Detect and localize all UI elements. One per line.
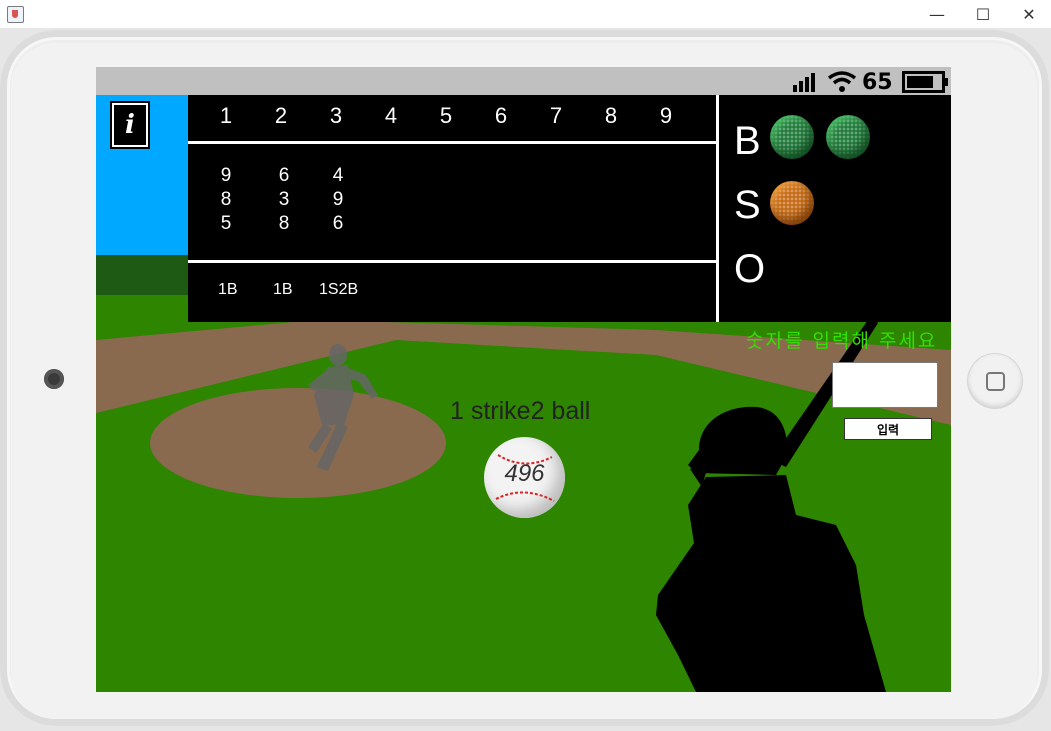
inning-result: 1B [218, 281, 238, 298]
signal-icon [793, 73, 815, 92]
info-icon[interactable]: i [112, 103, 148, 147]
status-bar: 65 [96, 67, 951, 95]
window-titlebar: — ☐ ✕ [0, 0, 1051, 28]
guess-digit: 4 [332, 165, 344, 186]
number-input[interactable] [832, 362, 938, 408]
java-app-icon [7, 6, 24, 23]
guess-digit: 9 [332, 189, 344, 210]
guess-digit: 6 [278, 165, 290, 186]
inning-7: 7 [549, 103, 563, 128]
divider [188, 260, 716, 263]
battery-icon [902, 71, 948, 93]
divider [188, 141, 716, 144]
close-button[interactable]: ✕ [1006, 0, 1051, 28]
inning-5: 5 [439, 103, 453, 128]
inning-3: 3 [329, 103, 343, 128]
battery-level: 65 [862, 70, 893, 95]
outs-label: O [734, 247, 766, 291]
inning-2: 2 [274, 103, 288, 128]
inning-9: 9 [659, 103, 673, 128]
strikes-label: S [734, 183, 761, 227]
inning-4: 4 [384, 103, 398, 128]
strike-lamp-1 [770, 181, 814, 225]
ball-lamp-2 [826, 115, 870, 159]
guess-digit: 9 [220, 165, 232, 186]
submit-button[interactable]: 입력 [844, 418, 932, 440]
guess-digit: 3 [278, 189, 290, 210]
home-button-icon[interactable] [968, 354, 1022, 408]
divider [716, 95, 719, 322]
minimize-button[interactable]: — [914, 0, 960, 28]
game-screen: 65 i 1 2 3 4 5 6 7 8 9 9 8 5 6 3 8 4 9 6… [96, 67, 951, 692]
inning-6: 6 [494, 103, 508, 128]
baseball-icon: 496 [484, 437, 565, 518]
maximize-button[interactable]: ☐ [960, 0, 1006, 28]
guess-digit: 8 [278, 213, 290, 234]
wifi-icon [827, 71, 857, 92]
guess-digit: 6 [332, 213, 344, 234]
camera-icon [44, 369, 64, 389]
guess-digit: 5 [220, 213, 232, 234]
inning-8: 8 [604, 103, 618, 128]
scoreboard: 1 2 3 4 5 6 7 8 9 9 8 5 6 3 8 4 9 6 1B 1… [188, 95, 951, 322]
inning-result: 1B [273, 281, 293, 298]
inning-1: 1 [219, 103, 233, 128]
balls-label: B [734, 119, 761, 163]
ball-lamp-1 [770, 115, 814, 159]
count-message: 1 strike2 ball [450, 397, 591, 425]
guess-digit: 8 [220, 189, 232, 210]
input-prompt: 숫자를 입력해 주세요 [746, 330, 938, 352]
ball-number: 496 [504, 460, 545, 487]
inning-result: 1S2B [319, 281, 359, 298]
